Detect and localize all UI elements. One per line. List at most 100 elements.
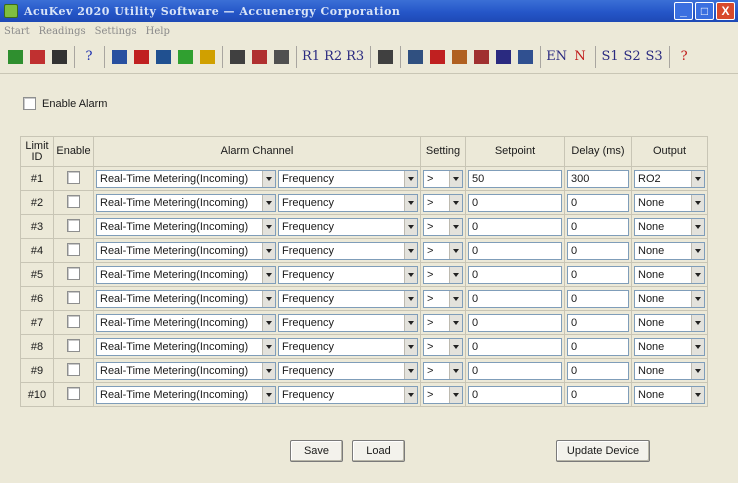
- channel-parameter-select[interactable]: Frequency: [278, 193, 418, 212]
- channel-parameter-select[interactable]: Frequency: [278, 337, 418, 356]
- enable-alarm-checkbox[interactable]: [23, 97, 36, 110]
- chevron-down-icon[interactable]: [404, 314, 417, 331]
- chevron-down-icon[interactable]: [404, 170, 417, 187]
- output-select[interactable]: None: [634, 289, 705, 308]
- s1-icon[interactable]: S1: [601, 47, 619, 67]
- chevron-down-icon[interactable]: [691, 170, 704, 187]
- setting-select[interactable]: >: [423, 169, 463, 188]
- document-icon[interactable]: [376, 47, 394, 67]
- en-icon[interactable]: EN: [546, 47, 567, 67]
- chevron-down-icon[interactable]: [449, 194, 462, 211]
- r2-icon[interactable]: R2: [324, 47, 342, 67]
- question-icon[interactable]: ?: [675, 47, 693, 67]
- delay-input[interactable]: 0: [567, 265, 629, 284]
- chevron-down-icon[interactable]: [262, 362, 275, 379]
- lock-icon[interactable]: [272, 47, 290, 67]
- chevron-down-icon[interactable]: [691, 266, 704, 283]
- chevron-down-icon[interactable]: [691, 314, 704, 331]
- r3-icon[interactable]: R3: [346, 47, 364, 67]
- channel-parameter-select[interactable]: Frequency: [278, 361, 418, 380]
- maximize-button[interactable]: □: [695, 2, 714, 20]
- output-select[interactable]: None: [634, 313, 705, 332]
- setpoint-input[interactable]: 0: [468, 217, 562, 236]
- chevron-down-icon[interactable]: [404, 338, 417, 355]
- channel-parameter-select[interactable]: Frequency: [278, 289, 418, 308]
- title-bar[interactable]: AcuKev 2020 Utility Software — Accuenerg…: [0, 0, 738, 22]
- enable-checkbox[interactable]: [67, 194, 80, 208]
- chevron-down-icon[interactable]: [262, 194, 275, 211]
- delay-input[interactable]: 0: [567, 361, 629, 380]
- setting-select[interactable]: >: [423, 265, 463, 284]
- channel-source-select[interactable]: Real-Time Metering(Incoming): [96, 289, 276, 308]
- setting-select[interactable]: >: [423, 385, 463, 404]
- setting-select[interactable]: >: [423, 289, 463, 308]
- channel-source-select[interactable]: Real-Time Metering(Incoming): [96, 241, 276, 260]
- load-button[interactable]: Load: [352, 440, 405, 462]
- waveform-icon[interactable]: [406, 47, 424, 67]
- bar-chart-icon[interactable]: [132, 47, 150, 67]
- lightbulb-icon[interactable]: [198, 47, 216, 67]
- enable-alarm-option[interactable]: Enable Alarm: [23, 97, 107, 110]
- grid-icon[interactable]: [50, 47, 68, 67]
- help-cursor-icon[interactable]: ?: [80, 47, 98, 67]
- setting-select[interactable]: >: [423, 193, 463, 212]
- s3-icon[interactable]: S3: [645, 47, 663, 67]
- menu-help[interactable]: Help: [146, 26, 170, 37]
- e-icon[interactable]: [494, 47, 512, 67]
- setting-select[interactable]: >: [423, 241, 463, 260]
- car-icon[interactable]: [28, 47, 46, 67]
- chevron-down-icon[interactable]: [404, 194, 417, 211]
- panel-icon[interactable]: [110, 47, 128, 67]
- delay-input[interactable]: 0: [567, 241, 629, 260]
- chevron-down-icon[interactable]: [262, 170, 275, 187]
- setpoint-input[interactable]: 0: [468, 193, 562, 212]
- setting-select[interactable]: >: [423, 361, 463, 380]
- channel-parameter-select[interactable]: Frequency: [278, 241, 418, 260]
- delay-input[interactable]: 300: [567, 169, 629, 188]
- chevron-down-icon[interactable]: [691, 218, 704, 235]
- setting-select[interactable]: >: [423, 337, 463, 356]
- chevron-down-icon[interactable]: [691, 338, 704, 355]
- clock-icon[interactable]: [250, 47, 268, 67]
- channel-parameter-select[interactable]: Frequency: [278, 385, 418, 404]
- update-device-button[interactable]: Update Device: [556, 440, 650, 462]
- chevron-down-icon[interactable]: [404, 266, 417, 283]
- setting-select[interactable]: >: [423, 217, 463, 236]
- delay-input[interactable]: 0: [567, 337, 629, 356]
- chevron-down-icon[interactable]: [449, 290, 462, 307]
- channel-source-select[interactable]: Real-Time Metering(Incoming): [96, 217, 276, 236]
- chevron-down-icon[interactable]: [449, 338, 462, 355]
- channel-source-select[interactable]: Real-Time Metering(Incoming): [96, 193, 276, 212]
- menu-start[interactable]: Start: [4, 26, 30, 37]
- chevron-down-icon[interactable]: [262, 242, 275, 259]
- chevron-down-icon[interactable]: [691, 242, 704, 259]
- output-select[interactable]: RO2: [634, 169, 705, 188]
- n-icon[interactable]: N: [571, 47, 589, 67]
- chevron-down-icon[interactable]: [262, 290, 275, 307]
- wave-icon[interactable]: [176, 47, 194, 67]
- channel-parameter-select[interactable]: Frequency: [278, 169, 418, 188]
- chevron-down-icon[interactable]: [691, 290, 704, 307]
- channel-source-select[interactable]: Real-Time Metering(Incoming): [96, 265, 276, 284]
- setpoint-input[interactable]: 0: [468, 289, 562, 308]
- menu-settings[interactable]: Settings: [95, 26, 137, 37]
- r1-icon[interactable]: R1: [302, 47, 320, 67]
- enable-checkbox[interactable]: [67, 290, 80, 304]
- chevron-down-icon[interactable]: [449, 386, 462, 403]
- enable-checkbox[interactable]: [67, 386, 80, 400]
- channel-parameter-select[interactable]: Frequency: [278, 265, 418, 284]
- gauge-icon[interactable]: [228, 47, 246, 67]
- setpoint-input[interactable]: 0: [468, 265, 562, 284]
- chevron-down-icon[interactable]: [691, 194, 704, 211]
- close-button[interactable]: X: [716, 2, 735, 20]
- setpoint-input[interactable]: 0: [468, 337, 562, 356]
- event-icon[interactable]: [472, 47, 490, 67]
- output-select[interactable]: None: [634, 337, 705, 356]
- chevron-down-icon[interactable]: [449, 242, 462, 259]
- meter-icon[interactable]: [6, 47, 24, 67]
- harmonics-icon[interactable]: [428, 47, 446, 67]
- s2-icon[interactable]: S2: [623, 47, 641, 67]
- output-select[interactable]: None: [634, 361, 705, 380]
- enable-checkbox[interactable]: [67, 314, 80, 328]
- enable-checkbox[interactable]: [67, 170, 80, 184]
